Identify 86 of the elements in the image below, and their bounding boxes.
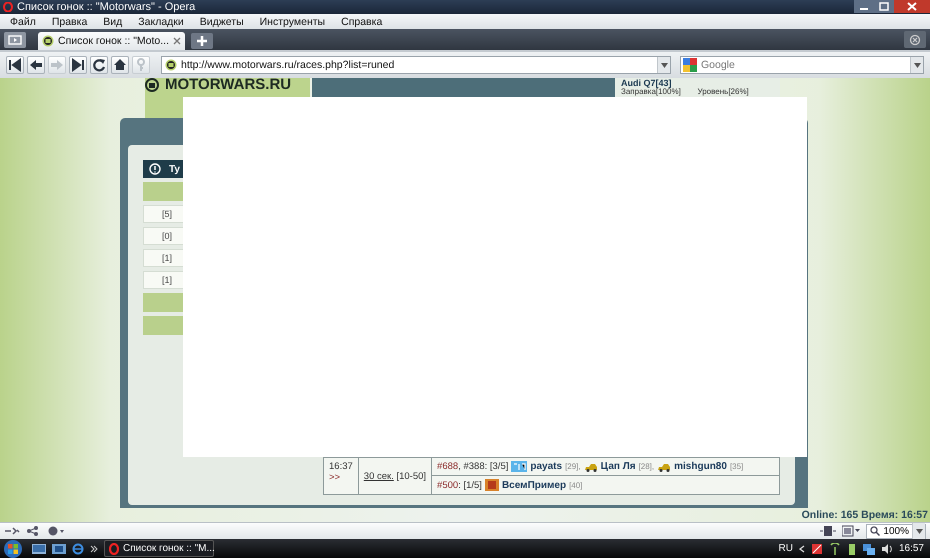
toolbar-button[interactable]: [27, 56, 45, 74]
race-info: #500: [1/5]: [437, 480, 482, 490]
desktop-icon[interactable]: [32, 542, 46, 554]
player-name[interactable]: payats: [530, 461, 562, 472]
toolbar-button[interactable]: [6, 56, 24, 74]
undo-icon: [909, 34, 921, 46]
table-cell: [1]: [162, 275, 172, 285]
table-cell: [5]: [162, 209, 172, 219]
player-name[interactable]: ВсемПример: [502, 480, 566, 490]
antenna-icon[interactable]: [828, 542, 841, 554]
dropdown-caret-icon: [916, 528, 922, 534]
browser-tab[interactable]: Список гонок :: "Moto...: [38, 32, 186, 50]
taskbar-button[interactable]: Список гонок :: "M...: [104, 540, 214, 557]
player-level: [35]: [730, 462, 744, 471]
closed-tabs-button[interactable]: [904, 31, 926, 48]
view-icon[interactable]: [842, 525, 860, 537]
player-level: [28],: [638, 462, 654, 471]
plus-icon: [197, 36, 208, 46]
toolbar-button[interactable]: [90, 56, 108, 74]
alert-icon: [149, 163, 161, 175]
clan-badge-icon: [511, 461, 528, 472]
player-name[interactable]: Цап Ля: [600, 461, 636, 472]
opera-logo-icon: [109, 542, 119, 554]
rewind-icon: [6, 56, 24, 74]
tray-flag-icon[interactable]: [810, 542, 823, 554]
address-field[interactable]: http://www.motorwars.ru/races.php?list=runed: [181, 59, 653, 71]
language-indicator[interactable]: RU: [778, 543, 793, 554]
menu-item[interactable]: Закладки: [130, 16, 192, 28]
site-favicon-icon: [42, 35, 54, 47]
table-cell: [0]: [162, 231, 172, 241]
clock: 16:57: [898, 543, 924, 554]
fuel-label: Заправка[100%]: [621, 88, 682, 96]
dropdown-caret-icon: [660, 62, 668, 68]
browser-e-icon[interactable]: [72, 542, 84, 554]
player-level: [40]: [569, 480, 582, 490]
menu-item[interactable]: Файл: [2, 16, 44, 28]
car-icon: [584, 462, 598, 472]
search-engine-icon: [683, 58, 697, 72]
chevron-icon[interactable]: [90, 544, 98, 552]
panel-toggle-button[interactable]: [4, 32, 26, 48]
header-label: Ty: [169, 164, 180, 174]
page-icon[interactable]: [820, 525, 836, 537]
car-icon: [657, 462, 672, 472]
menu-item[interactable]: Виджеты: [192, 16, 252, 28]
new-tab-button[interactable]: [191, 33, 214, 49]
battery-icon[interactable]: [846, 542, 857, 554]
toolbar-button[interactable]: [111, 56, 129, 74]
menu-item[interactable]: Справка: [333, 16, 390, 28]
close-icon[interactable]: [894, 0, 930, 13]
level-range: [10-50]: [396, 470, 426, 482]
site-logo-text: MOTORWARS.RU: [165, 78, 292, 92]
zoom-control[interactable]: 100%: [866, 524, 926, 538]
opera-logo-icon: [3, 2, 13, 12]
minimize-icon[interactable]: [854, 0, 874, 13]
close-icon[interactable]: [173, 37, 182, 45]
details-link[interactable]: >>: [329, 472, 353, 483]
tray-expand-icon[interactable]: [798, 544, 805, 552]
search-icon: [870, 526, 880, 536]
panel-icon: [8, 35, 22, 45]
network-icon[interactable]: [862, 542, 875, 554]
race-time: 16:37: [329, 461, 353, 472]
level-label: Уровень[26%]: [698, 88, 750, 96]
table-cell: [1]: [162, 253, 172, 263]
emblem-icon: [484, 479, 499, 491]
toolbar-button[interactable]: [69, 56, 87, 74]
player-name[interactable]: mishgun80: [674, 461, 727, 472]
dropdown-caret-icon: [914, 62, 920, 68]
car-name: Audi Q7[43]: [621, 78, 673, 88]
menu-item[interactable]: Правка: [44, 16, 96, 28]
online-status: Online: 165 Время: 16:57: [800, 509, 929, 521]
fast-forward-icon: [69, 56, 87, 74]
speaker-icon[interactable]: [880, 542, 893, 554]
search-field[interactable]: Google: [701, 59, 906, 71]
race-info: #688, #388: [3/5]: [437, 461, 508, 472]
address-bar[interactable]: http://www.motorwars.ru/races.php?list=runed: [161, 56, 671, 74]
windows-icon[interactable]: [52, 542, 66, 554]
menu-item[interactable]: Вид: [95, 16, 130, 28]
search-box[interactable]: Google: [680, 56, 924, 74]
maximize-icon[interactable]: [874, 0, 894, 13]
menu-item[interactable]: Инструменты: [252, 16, 334, 28]
logo-emblem-icon: [145, 78, 159, 92]
player-level: [29],: [565, 462, 581, 471]
reload-icon: [90, 56, 108, 74]
window-title: Список гонок :: "Motorwars" - Opera: [17, 1, 196, 13]
site-favicon-icon: [165, 59, 177, 71]
duration-link[interactable]: 30 сек.: [364, 470, 394, 482]
